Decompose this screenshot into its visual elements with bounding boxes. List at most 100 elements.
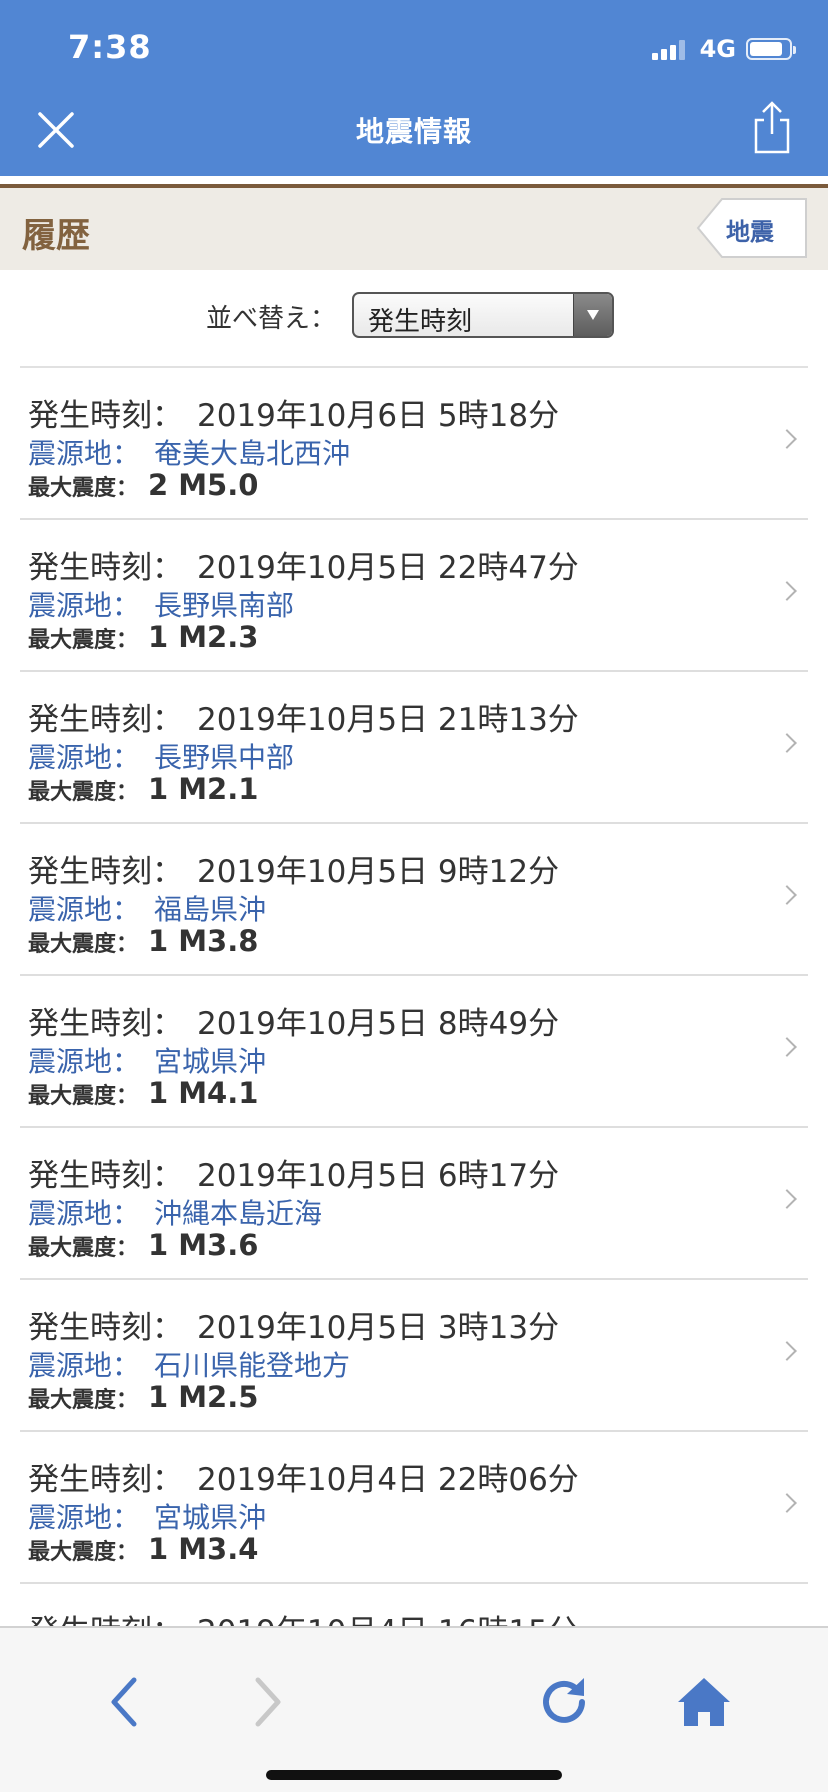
max-intensity-label: 最大震度： — [28, 628, 139, 653]
epicenter-value: 福島県沖 — [154, 893, 267, 926]
occurrence-time-value: 2019年10月5日 8時49分 — [197, 1006, 560, 1042]
magnitude-value: M2.1 — [178, 772, 259, 806]
magnitude-value: M3.8 — [178, 924, 259, 958]
occurrence-time-value: 2019年10月5日 22時47分 — [197, 550, 579, 586]
status-indicators: 4G — [651, 34, 796, 64]
epicenter-value: 長野県中部 — [154, 741, 295, 774]
magnitude-value: M5.0 — [178, 468, 259, 502]
reload-button[interactable] — [534, 1672, 594, 1732]
app-header: 7:38 4G 地震情報 — [0, 0, 828, 176]
chevron-right-icon — [777, 1493, 797, 1513]
max-intensity: 最大震度： 2 M5.0 — [28, 468, 258, 502]
max-intensity-label: 最大震度： — [28, 1084, 139, 1109]
earthquake-tab-label: 地震 — [726, 218, 774, 246]
max-intensity: 最大震度： 1 M2.3 — [28, 620, 258, 654]
occurrence-time: 発生時刻： 2019年10月6日 5時18分 — [28, 390, 559, 435]
magnitude-value: M2.5 — [178, 1380, 259, 1414]
earthquake-item[interactable]: 発生時刻： 2019年10月5日 9時12分 震源地： 福島県沖 最大震度： 1 M3.8 — [20, 824, 808, 976]
chevron-right-icon — [777, 1189, 797, 1209]
occurrence-time: 発生時刻： 2019年10月5日 6時17分 — [28, 1150, 559, 1195]
chevron-right-icon — [777, 581, 797, 601]
magnitude-value: M4.1 — [178, 1076, 259, 1110]
epicenter-label: 震源地： — [28, 1349, 141, 1382]
max-intensity-label: 最大震度： — [28, 932, 139, 957]
max-intensity-value: 1 — [148, 1228, 169, 1262]
earthquake-item[interactable]: 発生時刻： 2019年10月4日 22時06分 震源地： 宮城県沖 最大震度： 1 M3.4 — [20, 1432, 808, 1584]
home-indicator — [266, 1770, 562, 1780]
epicenter-value: 沖縄本島近海 — [154, 1197, 323, 1230]
occurrence-time-label: 発生時刻： — [28, 1462, 183, 1498]
earthquake-item[interactable]: 発生時刻：2019年10月4日 16時15分 — [20, 1584, 808, 1628]
max-intensity-value: 1 — [148, 1380, 169, 1414]
max-intensity-value: 1 — [148, 1076, 169, 1110]
max-intensity: 最大震度： 1 M3.4 — [28, 1532, 258, 1566]
home-button[interactable] — [674, 1672, 734, 1732]
earthquake-item[interactable]: 発生時刻： 2019年10月5日 8時49分 震源地： 宮城県沖最大震度： 1 M4.1 — [20, 976, 808, 1128]
chevron-right-icon — [777, 1341, 797, 1361]
max-intensity-label: 最大震度： — [28, 476, 139, 501]
occurrence-time: 発生時刻： 2019年10月5日 8時49分 — [28, 998, 559, 1043]
home-icon — [678, 1678, 730, 1726]
epicenter-value: 宮城県沖 — [154, 1045, 267, 1078]
earthquake-list: 発生時刻： 2019年10月6日 5時18分 震源地： 奄美大島北西沖 最大震度： 2 M5… — [20, 366, 808, 1628]
magnitude-value: M3.4 — [178, 1532, 259, 1566]
earthquake-item[interactable]: 発生時刻： 2019年10月5日 22時47分 震源地： 長野県南部 最大震度： 1 M2.… — [20, 520, 808, 672]
sort-row: 並べ替え： 発生時刻 — [0, 290, 828, 342]
share-button[interactable] — [750, 100, 794, 156]
max-intensity-label: 最大震度： — [28, 1540, 139, 1565]
occurrence-time-value: 2019年10月5日 9時12分 — [197, 854, 560, 890]
epicenter: 震源地： 石川県能登地方 — [28, 1344, 350, 1384]
network-type: 4G — [699, 35, 736, 63]
occurrence-time-label: 発生時刻： — [28, 1158, 183, 1194]
occurrence-time-label: 発生時刻： — [28, 1006, 183, 1042]
chevron-right-icon — [777, 885, 797, 905]
max-intensity-value: 1 — [148, 772, 169, 806]
sort-selected-value: 発生時刻 — [368, 307, 473, 337]
occurrence-time-label: 発生時刻： — [28, 550, 183, 586]
share-icon — [754, 101, 790, 154]
earthquake-item[interactable]: 発生時刻： 2019年10月5日 21時13分 震源地： 長野県中部 最大震度： 1 M2.… — [20, 672, 808, 824]
magnitude-value: M2.3 — [178, 620, 259, 654]
earthquake-item[interactable]: 発生時刻： 2019年10月5日 6時17分 震源地： 沖縄本島近海 最大震度： 1 M3.… — [20, 1128, 808, 1280]
status-time: 7:38 — [68, 28, 152, 66]
occurrence-time-value: 2019年10月5日 3時13分 — [197, 1310, 560, 1346]
battery-icon — [746, 38, 796, 60]
max-intensity-label: 最大震度： — [28, 1236, 139, 1261]
epicenter-value: 宮城県沖 — [154, 1501, 267, 1534]
occurrence-time-value: 2019年10月6日 5時18分 — [197, 398, 560, 434]
history-bar: 履歴 地震 — [0, 184, 828, 270]
epicenter: 震源地： 福島県沖 — [28, 888, 266, 928]
epicenter-label: 震源地： — [28, 1501, 141, 1534]
occurrence-time-label: 発生時刻： — [28, 1310, 183, 1346]
max-intensity-value: 1 — [148, 924, 169, 958]
bottom-toolbar — [0, 1626, 828, 1792]
max-intensity: 最大震度： 1 M2.1 — [28, 772, 258, 806]
occurrence-time-value: 2019年10月5日 21時13分 — [197, 702, 579, 738]
occurrence-time-label: 発生時刻： — [28, 702, 183, 738]
max-intensity: 最大震度： 1 M4.1 — [28, 1076, 258, 1110]
earthquake-item[interactable]: 発生時刻： 2019年10月6日 5時18分震源地： 奄美大島北西沖 最大震度： 2 M5… — [20, 368, 808, 520]
epicenter-label: 震源地： — [28, 589, 141, 622]
epicenter: 震源地： 宮城県沖 — [28, 1496, 266, 1536]
earthquake-tab-button[interactable]: 地震 — [696, 198, 808, 258]
page-title: 地震情報 — [355, 115, 472, 148]
max-intensity: 最大震度： 1 M3.8 — [28, 924, 258, 958]
max-intensity-value: 1 — [148, 1532, 169, 1566]
history-title: 履歴 — [22, 216, 90, 256]
occurrence-time: 発生時刻： 2019年10月5日 21時13分 — [28, 694, 579, 739]
earthquake-item[interactable]: 発生時刻： 2019年10月5日 3時13分 震源地： 石川県能登地方 最大震度： 1 M2… — [20, 1280, 808, 1432]
epicenter: 震源地： 沖縄本島近海 — [28, 1192, 322, 1232]
occurrence-time: 発生時刻： 2019年10月4日 22時06分 — [28, 1454, 579, 1499]
back-button[interactable] — [96, 1672, 156, 1732]
occurrence-time: 発生時刻： 2019年10月5日 3時13分 — [28, 1302, 559, 1347]
max-intensity-label: 最大震度： — [28, 780, 139, 805]
occurrence-time-label: 発生時刻： — [28, 398, 183, 434]
forward-button[interactable] — [236, 1672, 296, 1732]
epicenter: 震源地： 宮城県沖 — [28, 1040, 266, 1080]
max-intensity-value: 2 — [148, 468, 169, 502]
sort-select[interactable]: 発生時刻 — [352, 292, 614, 338]
chevron-right-icon — [777, 1037, 797, 1057]
epicenter-label: 震源地： — [28, 1197, 141, 1230]
epicenter-value: 奄美大島北西沖 — [154, 437, 351, 470]
epicenter-label: 震源地： — [28, 437, 141, 470]
